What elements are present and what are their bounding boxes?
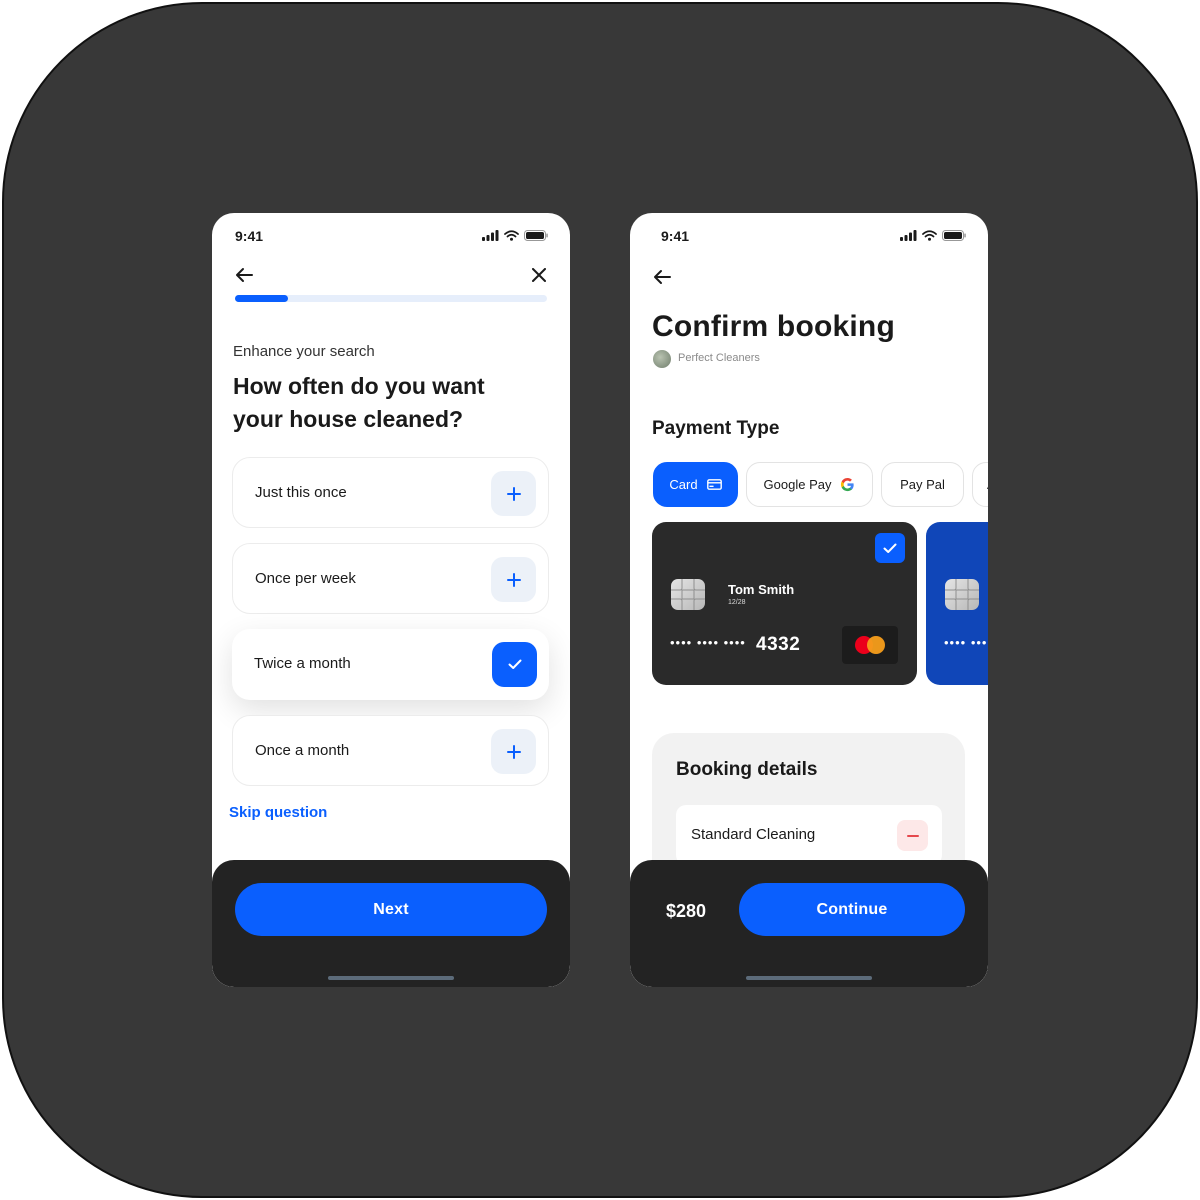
confirm-booking-screen: 9:41 Confirm booking Perfect Cleaners Pa…	[630, 213, 988, 987]
option-just-this-once[interactable]: Just this once	[232, 457, 549, 528]
card-holder-name: Tom Smith	[728, 582, 795, 597]
progress-bar	[235, 295, 547, 302]
signal-icon	[482, 230, 499, 241]
option-label: Once per week	[255, 570, 356, 587]
signal-icon	[900, 230, 917, 241]
option-add-button[interactable]	[491, 557, 536, 602]
card-number-mask: •••• ••••	[944, 635, 988, 650]
eyebrow-text: Enhance your search	[233, 343, 375, 360]
credit-card-icon	[706, 479, 722, 490]
option-label: Once a month	[255, 742, 350, 759]
tab-label: A	[987, 477, 988, 492]
wifi-icon	[504, 230, 519, 241]
payment-card-selected[interactable]: Tom Smith 12/28 •••• •••• •••• 4332	[652, 522, 917, 685]
remove-item-button[interactable]	[897, 820, 928, 851]
skip-question-link[interactable]: Skip question	[229, 804, 327, 821]
plus-icon	[506, 486, 521, 501]
option-label: Just this once	[255, 484, 347, 501]
page-title: Confirm booking	[652, 310, 895, 343]
payment-card-secondary[interactable]: •••• ••••	[926, 522, 988, 685]
check-icon	[508, 659, 521, 669]
booking-detail-label: Standard Cleaning	[691, 826, 816, 843]
google-icon	[841, 477, 855, 492]
tab-paypal[interactable]: Pay Pal	[881, 462, 964, 507]
wifi-icon	[922, 230, 937, 241]
tab-label: Pay Pal	[900, 477, 945, 492]
card-expiry: 12/28	[728, 599, 746, 606]
payment-type-heading: Payment Type	[652, 418, 780, 439]
option-twice-a-month[interactable]: Twice a month	[232, 629, 549, 700]
card-brand	[842, 626, 898, 664]
option-selected-button[interactable]	[492, 642, 537, 687]
card-last-four: 4332	[756, 634, 801, 655]
booking-detail-item: Standard Cleaning	[676, 805, 942, 865]
frequency-screen: 9:41 Enhance your search How often do yo…	[212, 213, 570, 987]
progress-fill	[235, 295, 289, 302]
minus-icon	[906, 834, 919, 837]
option-add-button[interactable]	[491, 729, 536, 774]
back-button[interactable]	[232, 263, 256, 287]
close-icon	[532, 268, 546, 282]
bottom-action-bar: Next	[212, 860, 570, 987]
booking-details-heading: Booking details	[676, 759, 818, 780]
plus-icon	[506, 744, 521, 759]
status-icons	[900, 230, 966, 241]
bottom-action-bar: $280 Continue	[630, 860, 988, 987]
question-title: How often do you want your house cleaned…	[233, 373, 485, 432]
status-time: 9:41	[661, 228, 690, 244]
card-chip-icon	[671, 579, 705, 610]
close-button[interactable]	[527, 263, 551, 287]
home-indicator	[328, 976, 454, 980]
continue-button[interactable]: Continue	[739, 883, 965, 936]
back-button[interactable]	[650, 265, 674, 289]
canvas-background	[2, 2, 1198, 1198]
option-once-per-week[interactable]: Once per week	[232, 543, 549, 614]
tab-more[interactable]: A	[972, 462, 988, 507]
check-icon	[883, 543, 897, 553]
status-time: 9:41	[235, 228, 264, 244]
card-number-mask: •••• •••• ••••	[670, 635, 746, 650]
arrow-left-icon	[236, 268, 253, 282]
card-chip-icon	[945, 579, 979, 610]
card-selected-check[interactable]	[875, 533, 905, 563]
battery-icon	[942, 230, 966, 241]
option-once-a-month[interactable]: Once a month	[232, 715, 549, 786]
status-icons	[482, 230, 548, 241]
plus-icon	[506, 572, 521, 587]
mastercard-icon	[855, 636, 885, 654]
status-bar: 9:41	[630, 213, 988, 257]
next-button[interactable]: Next	[235, 883, 547, 936]
option-label: Twice a month	[254, 655, 351, 672]
tab-label: Google Pay	[763, 477, 832, 492]
payment-type-tabs: Card Google Pay Pay Pal A	[653, 462, 988, 507]
tab-label: Card	[669, 477, 698, 492]
provider-avatar	[653, 350, 671, 368]
arrow-left-icon	[654, 270, 671, 284]
battery-icon	[524, 230, 548, 241]
status-bar: 9:41	[212, 213, 570, 257]
option-add-button[interactable]	[491, 471, 536, 516]
provider-name[interactable]: Perfect Cleaners	[678, 352, 760, 364]
total-price: $280	[666, 901, 707, 921]
tab-card[interactable]: Card	[653, 462, 738, 507]
home-indicator	[746, 976, 872, 980]
tab-google-pay[interactable]: Google Pay	[746, 462, 873, 507]
